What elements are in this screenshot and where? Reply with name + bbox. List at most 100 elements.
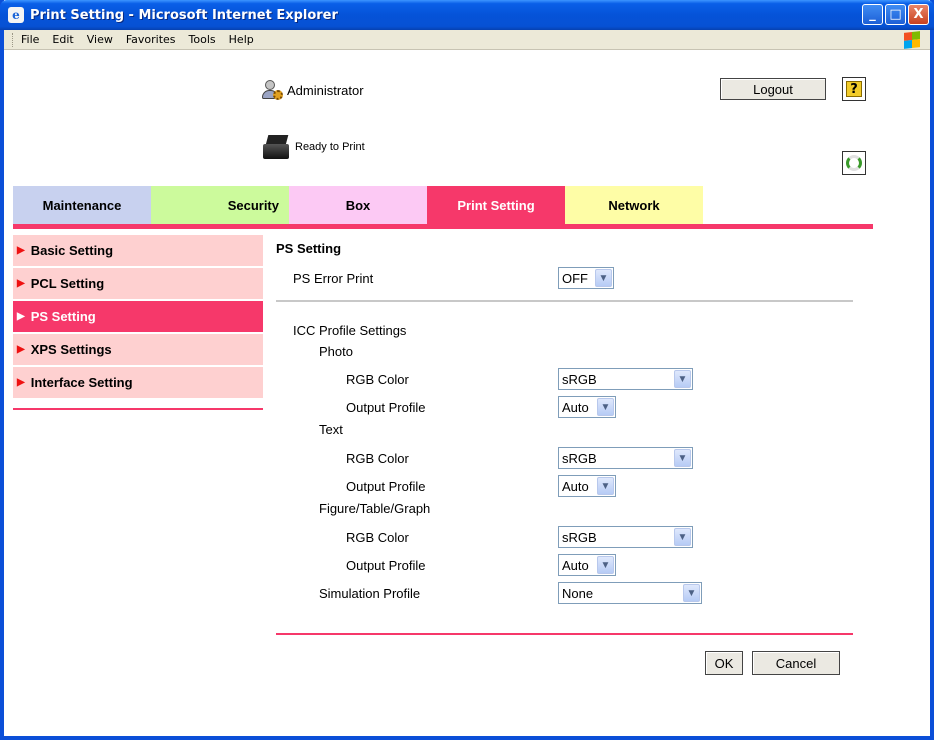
menu-favorites[interactable]: Favorites — [126, 33, 176, 46]
ok-button[interactable]: OK — [705, 651, 743, 675]
photo-rgb-value: sRGB — [562, 371, 597, 387]
sidebar-item-pcl-setting[interactable]: ▶ PCL Setting — [13, 268, 263, 299]
icc-profile-heading: ICC Profile Settings — [293, 323, 407, 338]
arrow-icon: ▶ — [17, 278, 25, 289]
chevron-down-icon: ▼ — [597, 556, 614, 574]
text-rgb-value: sRGB — [562, 450, 597, 466]
figure-heading: Figure/Table/Graph — [319, 501, 431, 516]
close-button[interactable]: X — [908, 4, 929, 25]
sidebar-item-xps-settings[interactable]: ▶ XPS Settings — [13, 334, 263, 365]
simulation-profile-row: Simulation Profile None ▼ — [276, 582, 856, 606]
divider — [276, 300, 853, 302]
chevron-down-icon: ▼ — [597, 477, 614, 495]
text-heading: Text — [319, 422, 343, 437]
title-bar: e Print Setting - Microsoft Internet Exp… — [0, 0, 934, 30]
sidebar: ▶ Basic Setting ▶ PCL Setting ▶ PS Setting … — [13, 235, 263, 400]
tab-print-setting[interactable]: Print Setting — [427, 186, 565, 224]
photo-output-row: Output Profile Auto ▼ — [276, 396, 856, 420]
sidebar-item-label: Interface Setting — [30, 375, 133, 390]
arrow-icon: ▶ — [17, 344, 25, 355]
administrator-icon — [261, 79, 283, 101]
sidebar-item-label: Basic Setting — [30, 243, 114, 258]
ie-logo-icon: e — [8, 7, 24, 23]
tab-maintenance[interactable]: Maintenance — [13, 186, 151, 224]
printer-icon — [261, 133, 291, 161]
simulation-profile-select[interactable]: None ▼ — [558, 582, 702, 604]
text-rgb-select[interactable]: sRGB ▼ — [558, 447, 693, 469]
refresh-icon — [846, 155, 862, 171]
toolbar-grip — [12, 32, 15, 47]
sidebar-bottom-line — [13, 408, 263, 410]
admin-indicator: Administrator — [261, 79, 364, 101]
windows-logo-icon — [904, 31, 920, 49]
photo-output-select[interactable]: Auto ▼ — [558, 396, 616, 418]
refresh-button[interactable] — [842, 151, 866, 175]
menu-file[interactable]: File — [21, 33, 39, 46]
menu-help[interactable]: Help — [229, 33, 254, 46]
tab-underline — [13, 224, 873, 229]
text-output-value: Auto — [562, 478, 589, 494]
ps-error-print-label: PS Error Print — [293, 271, 374, 286]
sidebar-item-label: XPS Settings — [30, 342, 112, 357]
figure-output-value: Auto — [562, 557, 589, 573]
figure-output-label: Output Profile — [346, 558, 426, 573]
menu-edit[interactable]: Edit — [52, 33, 73, 46]
text-output-select[interactable]: Auto ▼ — [558, 475, 616, 497]
simulation-profile-label: Simulation Profile — [319, 586, 421, 601]
help-icon: ? — [846, 81, 862, 97]
ps-error-print-value: OFF — [562, 270, 588, 286]
chevron-down-icon: ▼ — [674, 370, 691, 388]
text-rgb-label: RGB Color — [346, 451, 409, 466]
help-button[interactable]: ? — [842, 77, 866, 101]
chevron-down-icon: ▼ — [683, 584, 700, 602]
arrow-icon: ▶ — [17, 245, 25, 256]
photo-rgb-label: RGB Color — [346, 372, 409, 387]
chevron-down-icon: ▼ — [597, 398, 614, 416]
printer-status: Ready to Print — [261, 133, 365, 161]
cancel-button[interactable]: Cancel — [752, 651, 840, 675]
tab-network[interactable]: Network — [565, 186, 703, 224]
ps-error-print-select[interactable]: OFF ▼ — [558, 267, 614, 289]
menu-tools[interactable]: Tools — [189, 33, 216, 46]
chevron-down-icon: ▼ — [595, 269, 612, 287]
page-content: Administrator Logout ? Ready to Print Ma… — [4, 51, 930, 736]
logout-button[interactable]: Logout — [720, 78, 826, 100]
photo-output-label: Output Profile — [346, 400, 426, 415]
figure-rgb-label: RGB Color — [346, 530, 409, 545]
chevron-down-icon: ▼ — [674, 449, 691, 467]
status-text: Ready to Print — [295, 141, 365, 153]
figure-rgb-value: sRGB — [562, 529, 597, 545]
bottom-divider — [276, 633, 853, 635]
arrow-icon: ▶ — [17, 311, 25, 322]
photo-rgb-row: RGB Color sRGB ▼ — [276, 368, 856, 392]
tab-box[interactable]: Box — [289, 186, 427, 224]
sidebar-item-label: PCL Setting — [30, 276, 105, 291]
menu-view[interactable]: View — [87, 33, 113, 46]
sidebar-item-label: PS Setting — [30, 309, 96, 324]
menu-bar: File Edit View Favorites Tools Help — [4, 30, 930, 50]
page-title: PS Setting — [276, 241, 342, 256]
window-title: Print Setting - Microsoft Internet Explo… — [30, 7, 338, 23]
maximize-button[interactable]: □ — [885, 4, 906, 25]
sidebar-item-basic-setting[interactable]: ▶ Basic Setting — [13, 235, 263, 266]
sidebar-item-ps-setting[interactable]: ▶ PS Setting — [13, 301, 263, 332]
sidebar-item-interface-setting[interactable]: ▶ Interface Setting — [13, 367, 263, 398]
user-label: Administrator — [287, 82, 364, 98]
browser-window: e Print Setting - Microsoft Internet Exp… — [0, 0, 934, 740]
chevron-down-icon: ▼ — [674, 528, 691, 546]
text-output-row: Output Profile Auto ▼ — [276, 475, 856, 499]
ps-error-print-row: PS Error Print OFF ▼ — [276, 267, 856, 291]
main-tabs: Maintenance Security Box Print Setting N… — [13, 186, 703, 224]
figure-output-row: Output Profile Auto ▼ — [276, 554, 856, 578]
text-output-label: Output Profile — [346, 479, 426, 494]
simulation-profile-value: None — [562, 585, 594, 601]
figure-output-select[interactable]: Auto ▼ — [558, 554, 616, 576]
figure-rgb-select[interactable]: sRGB ▼ — [558, 526, 693, 548]
figure-rgb-row: RGB Color sRGB ▼ — [276, 526, 856, 550]
arrow-icon: ▶ — [17, 377, 25, 388]
tab-security[interactable]: Security — [151, 186, 289, 224]
photo-output-value: Auto — [562, 399, 589, 415]
minimize-button[interactable]: _ — [862, 4, 883, 25]
photo-rgb-select[interactable]: sRGB ▼ — [558, 368, 693, 390]
photo-heading: Photo — [319, 344, 353, 359]
